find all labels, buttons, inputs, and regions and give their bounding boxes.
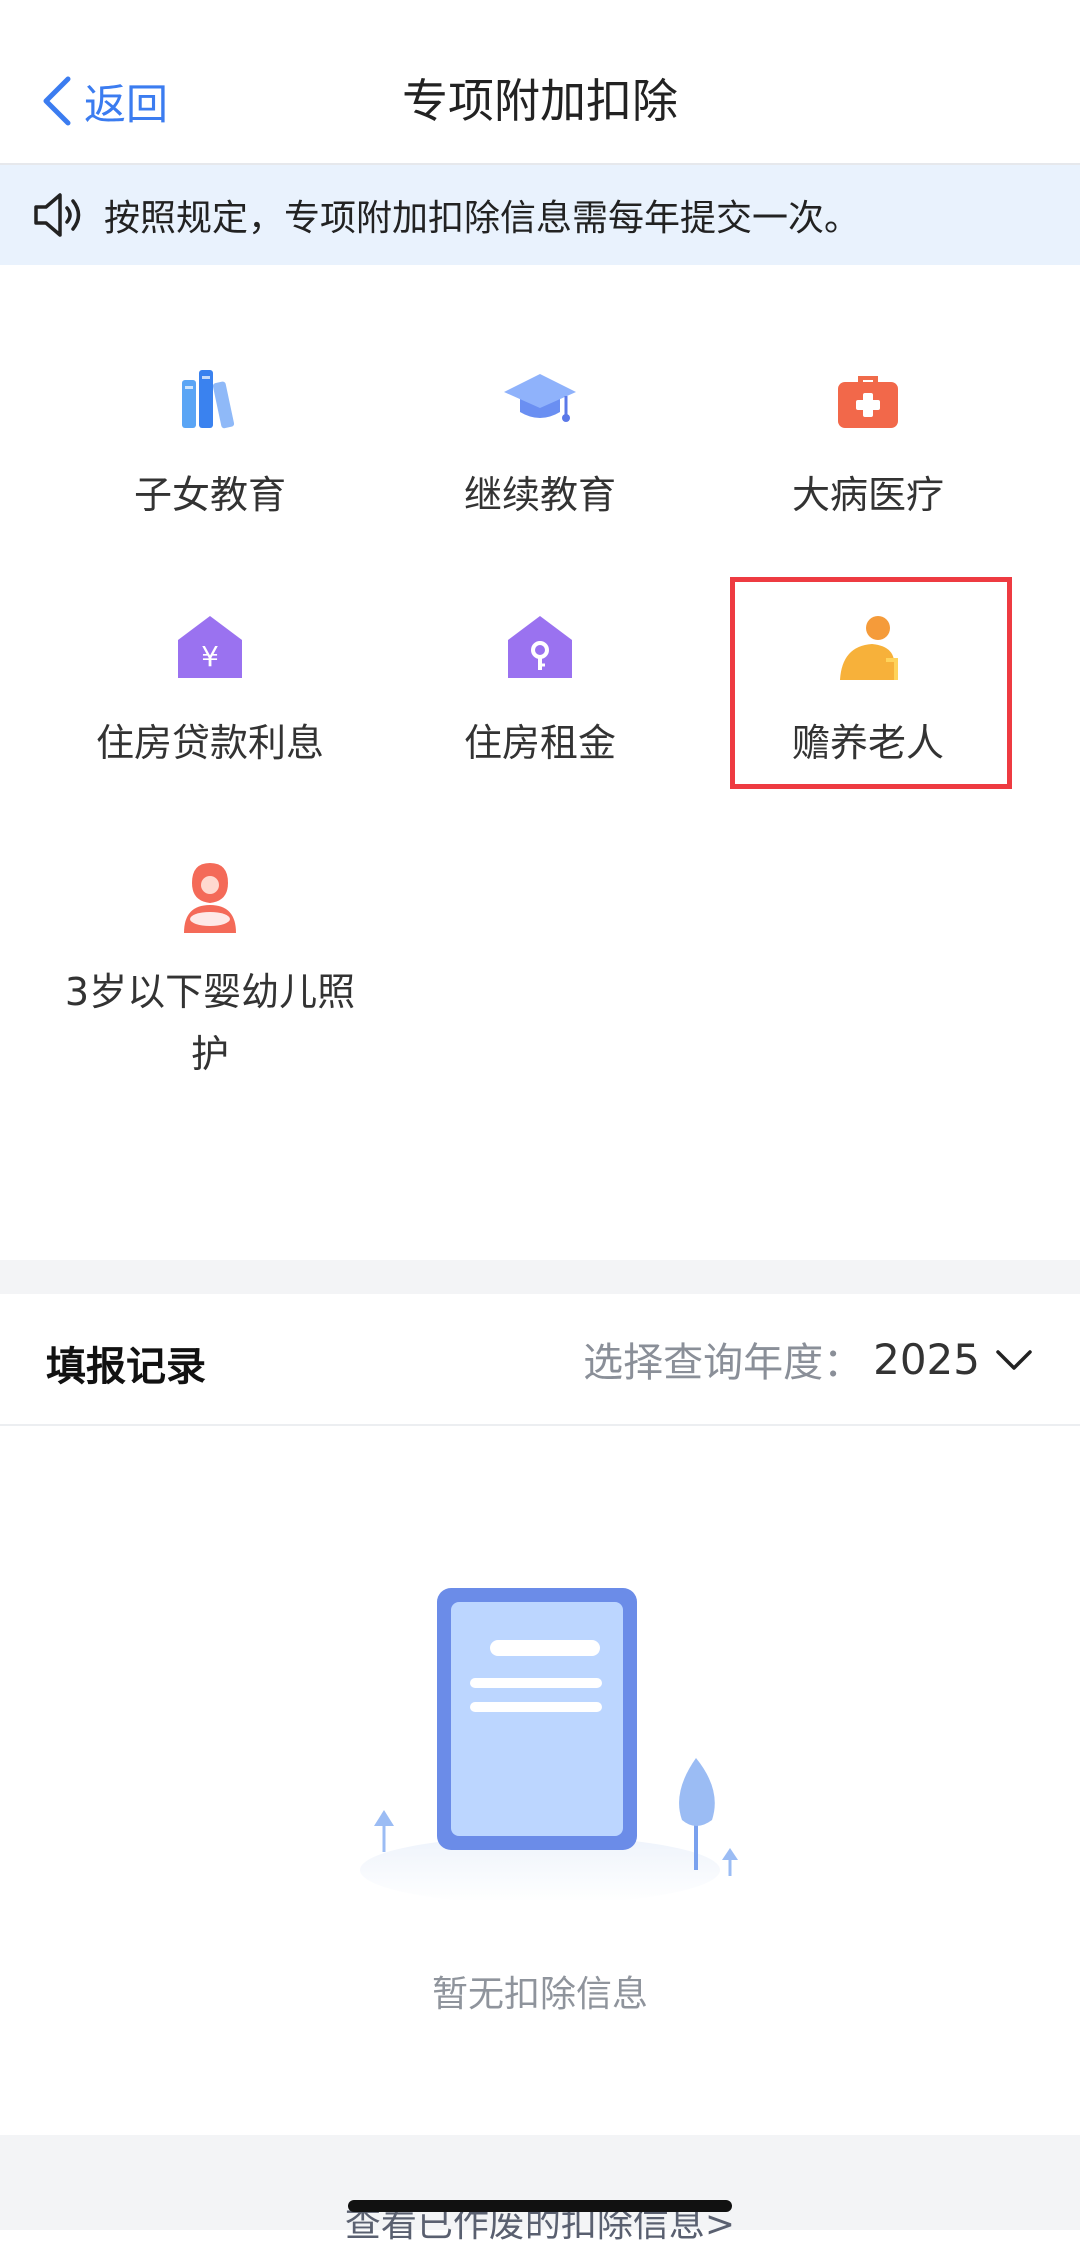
section-divider — [0, 1260, 1080, 1294]
year-selector-label: 选择查询年度： — [583, 1340, 864, 1386]
house-yuan-icon: ¥ — [178, 616, 242, 678]
empty-document-illustration — [360, 1588, 738, 1900]
item-children-education[interactable]: 子女教育 — [45, 360, 375, 526]
speaker-icon — [34, 193, 81, 237]
page-title: 专项附加扣除 — [402, 74, 678, 128]
chevron-down-icon — [996, 1350, 1032, 1370]
empty-state-text: 暂无扣除信息 — [431, 1974, 648, 2015]
nav-bar: 返回 专项附加扣除 — [0, 0, 1080, 165]
house-key-icon — [508, 616, 572, 678]
year-selector[interactable]: 选择查询年度： 2025 — [583, 1330, 1034, 1388]
medical-kit-icon — [838, 376, 898, 428]
year-selector-value: 2025 — [873, 1334, 980, 1384]
item-label: 大病医疗 — [791, 473, 944, 517]
item-infant-care[interactable]: 3岁以下婴幼儿照 护 — [45, 857, 375, 1085]
records-title: 填报记录 — [46, 1344, 206, 1390]
item-housing-rent[interactable]: 住房租金 — [375, 608, 705, 774]
item-label: 住房贷款利息 — [95, 721, 324, 765]
notice-banner: 按照规定，专项附加扣除信息需每年提交一次。 — [0, 165, 1080, 265]
item-label: 住房租金 — [463, 721, 616, 765]
records-header: 填报记录 选择查询年度： 2025 — [0, 1294, 1080, 1426]
item-housing-loan-interest[interactable]: ¥ 住房贷款利息 — [45, 608, 375, 774]
selection-highlight-box — [730, 577, 1012, 789]
notice-text: 按照规定，专项附加扣除信息需每年提交一次。 — [104, 198, 861, 239]
item-continuing-education[interactable]: 继续教育 — [375, 360, 705, 526]
mother-baby-icon — [184, 863, 236, 933]
item-serious-illness[interactable]: 大病医疗 — [703, 360, 1033, 526]
svg-text:¥: ¥ — [201, 640, 219, 673]
item-label: 继续教育 — [463, 473, 616, 517]
item-label-line1: 3岁以下婴幼儿照 — [64, 970, 356, 1014]
item-label: 3岁以下婴幼儿照 护 — [45, 961, 375, 1085]
item-label: 子女教育 — [133, 473, 286, 517]
home-indicator[interactable] — [348, 2200, 732, 2212]
item-label-line2: 护 — [190, 1032, 229, 1076]
graduation-cap-icon — [504, 374, 576, 422]
books-icon — [182, 370, 235, 429]
